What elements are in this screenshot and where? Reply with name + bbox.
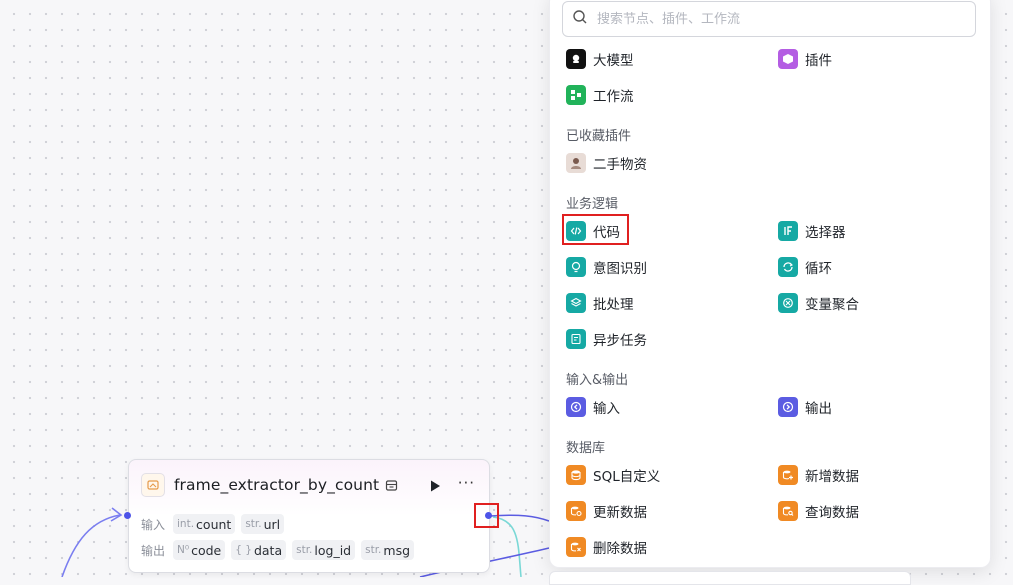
menu-item-delete-data[interactable]: 删除数据 [566,535,647,559]
menu-item-update-data[interactable]: 更新数据 [566,499,647,523]
loop-icon [778,257,798,277]
node-input-port[interactable] [124,512,131,519]
database-icon [566,465,586,485]
section-logic: 业务逻辑 [566,197,619,212]
if-icon [778,221,798,241]
highlight-output-port [474,503,499,528]
output-tag: N⁰ code [173,540,226,560]
task-icon [566,329,586,349]
play-icon[interactable] [429,478,441,497]
menu-item-llm[interactable]: 大模型 [566,47,634,71]
database-edit-icon [566,501,586,521]
section-database: 数据库 [566,441,606,456]
section-io: 输入&输出 [566,373,629,388]
output-tag: str. log_id [292,540,356,560]
input-tag: int. count [173,514,236,534]
node-picker-panel: 大模型 插件 工作流 已收藏插件 二手物资 业务逻辑 代码 选择器 意图识别 循… [549,0,991,568]
database-add-icon [778,465,798,485]
menu-item-input[interactable]: 输入 [566,395,620,419]
menu-item-loop[interactable]: 循环 [778,255,832,279]
database-search-icon [778,501,798,521]
plugin-icon [141,473,165,497]
output-label: 输出 [141,543,166,558]
input-tag: str. url [241,514,285,534]
menu-item-variable-merge[interactable]: 变量聚合 [778,291,859,315]
menu-item-workflow[interactable]: 工作流 [566,83,634,107]
menu-item-insert-data[interactable]: 新增数据 [778,463,859,487]
workflow-node-card[interactable]: frame_extractor_by_count ··· 输入 int. coun… [128,459,490,573]
more-icon[interactable]: ··· [458,474,475,492]
avatar-icon [566,153,586,173]
input-label: 输入 [141,517,166,532]
layers-icon [566,293,586,313]
output-tag: str. msg [361,540,415,560]
lightbulb-icon [566,257,586,277]
workflow-icon [566,85,586,105]
search-icon [563,9,588,29]
menu-item-intent[interactable]: 意图识别 [566,255,647,279]
menu-item-selector[interactable]: 选择器 [778,219,846,243]
menu-item-favorite-plugin[interactable]: 二手物资 [566,151,647,175]
database-delete-icon [566,537,586,557]
llm-icon [566,49,586,69]
node-header: frame_extractor_by_count ··· [141,472,477,498]
cube-icon [778,49,798,69]
menu-item-query-data[interactable]: 查询数据 [778,499,859,523]
output-icon [778,397,798,417]
node-inputs-row: 输入 int. count str. url [141,514,290,534]
input-icon [566,397,586,417]
node-title: frame_extractor_by_count [174,476,380,494]
search-input[interactable] [595,10,959,28]
highlight-code-item [562,214,629,245]
search-box[interactable] [562,1,976,37]
menu-item-plugin[interactable]: 插件 [778,47,832,71]
menu-item-async-task[interactable]: 异步任务 [566,327,647,351]
menu-item-batch[interactable]: 批处理 [566,291,634,315]
node-outputs-row: 输出 N⁰ code { } data str. log_id str. msg [141,540,420,560]
menu-item-sql[interactable]: SQL自定义 [566,463,660,487]
section-favorites: 已收藏插件 [566,129,632,144]
output-tag: { } data [231,540,287,560]
store-icon[interactable] [385,479,398,492]
menu-item-output[interactable]: 输出 [778,395,832,419]
merge-icon [778,293,798,313]
bottom-panel-edge [549,571,911,585]
